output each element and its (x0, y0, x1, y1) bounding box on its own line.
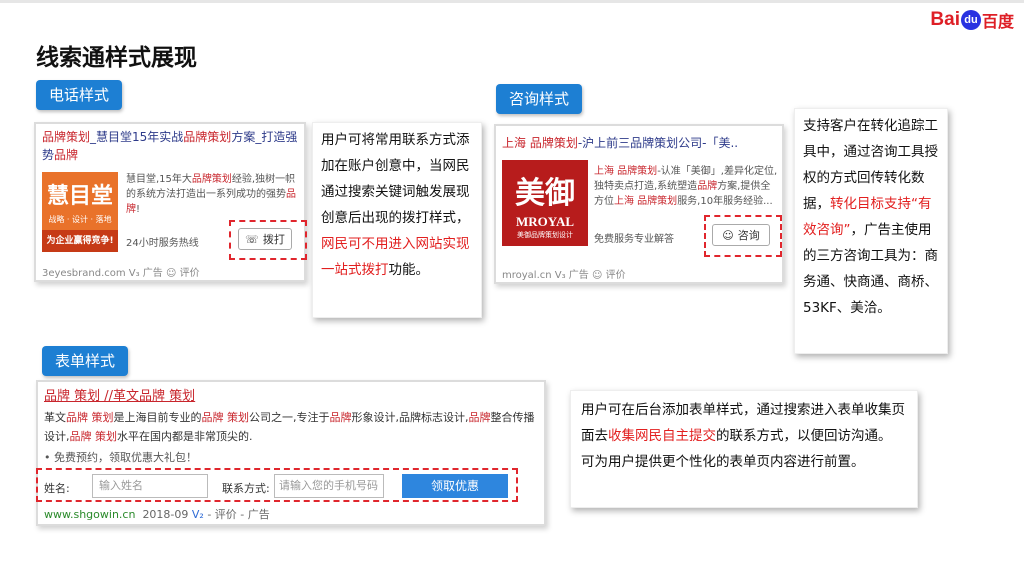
tag-phone-style: 电话样式 (36, 80, 123, 110)
form-ad-screenshot: 品牌 策划 //革文品牌 策划 革文品牌 策划是上海目前专业的品牌 策划公司之一… (36, 380, 546, 526)
phone-button-highlight (229, 220, 307, 260)
phone-service-text: 24小时服务热线 (126, 238, 199, 249)
logo-paw-icon: du (960, 10, 981, 30)
tag-form-style: 表单样式 (42, 346, 129, 376)
phone-brand-image: 慧目堂 战略 · 设计 · 落地 为企业赢得竞争! (42, 172, 118, 252)
consult-button-highlight (704, 215, 782, 257)
phone-note-card: 用户可将常用联系方式添加在账户创意中，当网民通过搜索关键词触发展现创意后出现的拨… (312, 122, 482, 318)
phone-brand-slogan: 为企业赢得竞争! (42, 230, 118, 252)
consult-service-text: 免费服务专业解答 (594, 234, 674, 245)
consult-brand-cap: 美御品牌策划设计 (517, 231, 573, 239)
consult-brand-en: MROYAL (515, 214, 575, 229)
page-title: 线索通样式展现 (36, 45, 197, 71)
consult-ad-footer: mroyal.cn V₃ 广告 ☺ 评价 (502, 270, 626, 281)
consult-ad-screenshot: 上海 品牌策划-沪上前三品牌策划公司-「美.. 美御 MROYAL 美御品牌策划… (494, 124, 784, 284)
phone-brand-name: 慧目堂 (46, 184, 113, 209)
consult-ad-desc: 上海 品牌策划-认准「美御」,差异化定位,独特卖点打造,系统塑造品牌方案,提供全… (594, 166, 778, 207)
form-ad-title[interactable]: 品牌 策划 //革文品牌 策划 (44, 385, 195, 404)
form-promo: • 免费预约，领取优惠大礼包！ (44, 451, 197, 464)
consult-brand-image: 美御 MROYAL 美御品牌策划设计 (502, 160, 588, 246)
tag-consult-style: 咨询样式 (496, 84, 583, 114)
form-ad-footer: www.shgowin.cn 2018-09 V₂ - 评价 - 广告 (44, 508, 270, 521)
consult-brand-name: 美御 (515, 176, 575, 211)
logo-cn: 百度 (981, 14, 1014, 31)
form-ad-desc: 革文品牌 策划是上海目前专业的品牌 策划公司之一,专注于品牌形象设计,品牌标志设… (44, 411, 535, 443)
logo-bai: Bai (930, 9, 960, 30)
baidu-logo: Bai du 百度 (930, 8, 1014, 32)
phone-ad-desc: 慧目堂,15年大品牌策划经验,独树一帜的系统方法打造出一系列成功的强势品牌! (126, 174, 296, 215)
consult-note-card: 支持客户在转化追踪工具中，通过咨询工具授权的方式回传转化数据，转化目标支持“有效… (794, 108, 948, 354)
phone-brand-sub: 战略 · 设计 · 落地 (48, 215, 112, 224)
form-note-card: 用户可在后台添加表单样式，通过搜索进入表单收集页面去收集网民自主提交的联系方式，… (570, 390, 918, 508)
top-divider (0, 0, 1024, 3)
form-fields-highlight (36, 468, 518, 502)
phone-ad-footer: 3eyesbrand.com V₃ 广告 ☺ 评价 (42, 268, 200, 279)
phone-ad-title[interactable]: 品牌策划_慧目堂15年实战品牌策划方案_打造强势品牌 (42, 128, 300, 164)
consult-ad-title[interactable]: 上海 品牌策划-沪上前三品牌策划公司-「美.. (502, 134, 778, 152)
